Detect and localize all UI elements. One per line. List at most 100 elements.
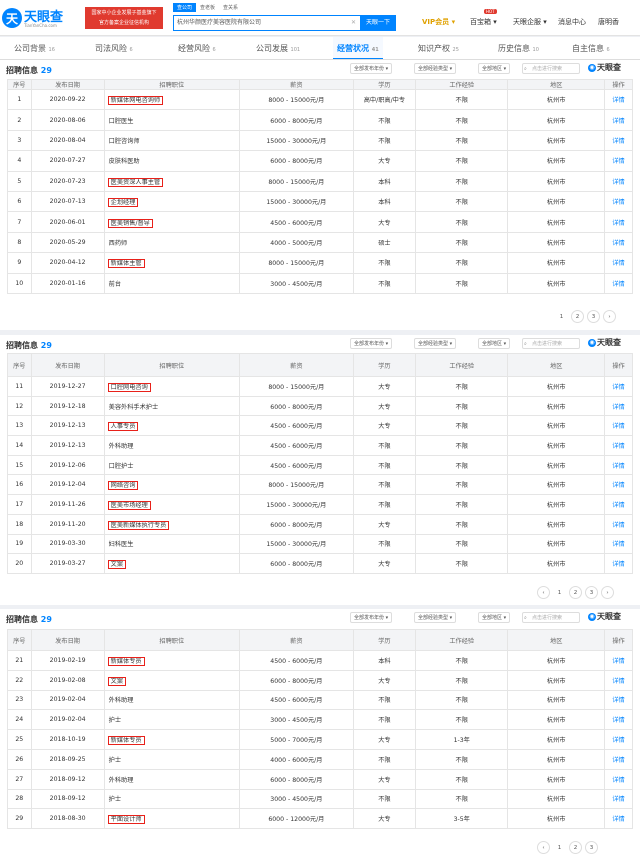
filter-experience-dropdown[interactable]: 全部经验类型 ▾: [414, 612, 457, 623]
job-title[interactable]: 平面设计师: [107, 815, 145, 825]
filter-experience-dropdown[interactable]: 全部经验类型 ▾: [414, 63, 457, 74]
nav-treasure-box[interactable]: 百宝箱 ▾ HOT: [470, 9, 497, 27]
nav-vip[interactable]: VIP会员 ▾: [422, 17, 455, 27]
detail-link[interactable]: 详情: [604, 170, 633, 192]
search-button[interactable]: 天眼一下: [360, 15, 396, 31]
tab-intellectual-property[interactable]: 知识产权 25: [418, 37, 459, 59]
prev-page-icon[interactable]: ‹: [537, 841, 550, 854]
job-title[interactable]: 文案: [107, 676, 127, 686]
job-title[interactable]: 口腔咨询师: [109, 138, 140, 145]
page-button[interactable]: 3: [587, 310, 600, 323]
tab-company-background[interactable]: 公司背景 16: [14, 37, 55, 59]
job-title[interactable]: 医美市场经理: [107, 500, 151, 510]
job-title[interactable]: 西药师: [109, 240, 128, 247]
filter-area-dropdown[interactable]: 全部地区 ▾: [478, 338, 511, 349]
detail-link[interactable]: 详情: [604, 650, 633, 671]
page-button[interactable]: 1: [555, 310, 568, 323]
job-title[interactable]: 网络咨询: [107, 481, 139, 491]
detail-link[interactable]: 详情: [604, 190, 633, 213]
detail-link[interactable]: 详情: [604, 231, 633, 254]
tab-business-status[interactable]: 经营状况 41: [333, 37, 383, 59]
page-button[interactable]: 3: [585, 586, 598, 599]
detail-link[interactable]: 详情: [604, 768, 633, 790]
search-tab-relation[interactable]: 查关系: [219, 3, 242, 12]
table-search-input[interactable]: ⌕ 点击进行搜索: [522, 63, 580, 74]
job-title[interactable]: 妇科医生: [109, 541, 134, 548]
job-title[interactable]: 护士: [109, 796, 121, 803]
detail-link[interactable]: 详情: [604, 88, 633, 111]
job-title[interactable]: 医美新媒体执行专员: [107, 520, 170, 530]
detail-link[interactable]: 详情: [604, 788, 633, 810]
page-button[interactable]: 1: [553, 841, 566, 854]
detail-link[interactable]: 详情: [604, 709, 633, 731]
detail-link[interactable]: 详情: [604, 109, 633, 131]
next-page-icon[interactable]: ›: [603, 310, 616, 323]
detail-link[interactable]: 详情: [604, 252, 633, 274]
detail-link[interactable]: 详情: [604, 494, 633, 515]
nav-enterprise[interactable]: 天眼企服 ▾: [513, 17, 547, 27]
detail-link[interactable]: 详情: [604, 513, 633, 535]
detail-link[interactable]: 详情: [604, 533, 633, 555]
page-button[interactable]: 2: [571, 310, 584, 323]
job-title[interactable]: 口腔医生: [109, 118, 134, 125]
job-title[interactable]: 口腔护士: [109, 463, 134, 470]
table-search-input[interactable]: ⌕ 点击进行搜索: [522, 338, 580, 349]
detail-link[interactable]: 详情: [604, 415, 633, 437]
job-title[interactable]: 企划经理: [107, 198, 139, 208]
filter-year-dropdown[interactable]: 全部发布年份 ▾: [350, 338, 393, 349]
tab-company-development[interactable]: 公司发展 101: [256, 37, 300, 59]
detail-link[interactable]: 详情: [604, 474, 633, 496]
detail-link[interactable]: 详情: [604, 395, 633, 417]
nav-user-menu[interactable]: 唐明香: [598, 17, 619, 27]
table-search-input[interactable]: ⌕ 点击进行搜索: [522, 612, 580, 623]
job-title[interactable]: 新媒体主管: [107, 259, 145, 269]
detail-link[interactable]: 详情: [604, 689, 633, 711]
detail-link[interactable]: 详情: [604, 435, 633, 456]
page-button[interactable]: 1: [553, 586, 566, 599]
page-button[interactable]: 2: [569, 586, 582, 599]
clear-icon[interactable]: ✕: [351, 16, 356, 30]
job-title[interactable]: 护士: [109, 717, 121, 724]
job-title[interactable]: 皮肤科医助: [109, 158, 140, 165]
job-title[interactable]: 文案: [107, 560, 127, 570]
search-tab-company[interactable]: 查公司: [173, 3, 197, 12]
page-button[interactable]: 3: [585, 841, 598, 854]
job-title[interactable]: 医美销售/督导: [107, 218, 153, 228]
nav-message-center[interactable]: 消息中心: [558, 17, 586, 27]
tab-history-info[interactable]: 历史信息 10: [498, 37, 539, 59]
job-title[interactable]: 外科助理: [109, 443, 134, 450]
prev-page-icon[interactable]: ‹: [537, 586, 550, 599]
tab-self-info[interactable]: 自主信息 6: [572, 37, 610, 59]
detail-link[interactable]: 详情: [604, 272, 633, 294]
job-title[interactable]: 新媒体网电咨询师: [107, 96, 164, 106]
tab-judicial-risk[interactable]: 司法风险 6: [95, 37, 133, 59]
detail-link[interactable]: 详情: [604, 729, 633, 750]
job-title[interactable]: 新媒体专员: [107, 656, 145, 666]
tab-operation-risk[interactable]: 经营风险 6: [178, 37, 216, 59]
page-button[interactable]: 2: [569, 841, 582, 854]
job-title[interactable]: 医美资深人事主管: [107, 177, 164, 187]
promo-banner[interactable]: 国家中小企业发展子基金旗下 官方备案企业征信机构: [85, 7, 163, 29]
next-page-icon[interactable]: ›: [601, 586, 614, 599]
job-title[interactable]: 美容外科手术护士: [109, 404, 159, 411]
search-input[interactable]: 杭州华颜医疗美容医院有限公司 ✕: [173, 15, 361, 31]
search-tab-boss[interactable]: 查老板: [196, 3, 219, 12]
job-title[interactable]: 人事专员: [107, 422, 139, 432]
job-title[interactable]: 护士: [109, 757, 121, 764]
filter-area-dropdown[interactable]: 全部地区 ▾: [478, 63, 511, 74]
detail-link[interactable]: 详情: [604, 553, 633, 574]
detail-link[interactable]: 详情: [604, 669, 633, 691]
detail-link[interactable]: 详情: [604, 454, 633, 476]
detail-link[interactable]: 详情: [604, 211, 633, 233]
filter-area-dropdown[interactable]: 全部地区 ▾: [478, 612, 511, 623]
job-title[interactable]: 新媒体专员: [107, 736, 145, 746]
job-title[interactable]: 口腔网电咨询: [107, 382, 151, 392]
detail-link[interactable]: 详情: [604, 150, 633, 172]
filter-year-dropdown[interactable]: 全部发布年份 ▾: [350, 63, 393, 74]
detail-link[interactable]: 详情: [604, 748, 633, 770]
filter-experience-dropdown[interactable]: 全部经验类型 ▾: [414, 338, 457, 349]
job-title[interactable]: 外科助理: [109, 777, 134, 784]
job-title[interactable]: 前台: [109, 281, 121, 288]
detail-link[interactable]: 详情: [604, 129, 633, 152]
detail-link[interactable]: 详情: [604, 376, 633, 397]
